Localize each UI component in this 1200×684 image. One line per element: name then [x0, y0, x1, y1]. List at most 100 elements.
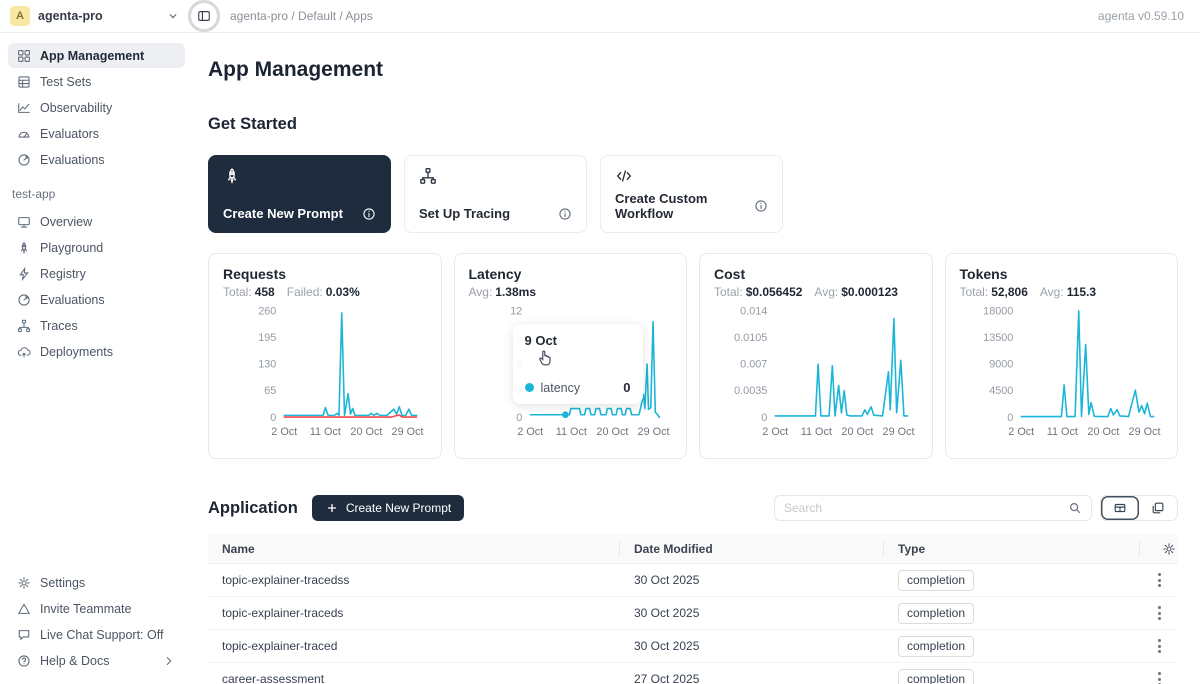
- sidebar-item-label: Overview: [40, 215, 92, 229]
- sidebar-item-help-docs[interactable]: Help & Docs: [8, 648, 185, 673]
- card-view-icon: [1151, 501, 1165, 515]
- sidebar-collapse-button[interactable]: [195, 7, 213, 25]
- cell-date-modified: 30 Oct 2025: [620, 639, 884, 653]
- chart-title: Requests: [223, 266, 427, 282]
- stat-avg: Avg:115.3: [1040, 285, 1096, 299]
- type-badge: completion: [898, 603, 974, 624]
- sidebar-item-evaluations[interactable]: Evaluations: [8, 147, 185, 172]
- svg-text:20 Oct: 20 Oct: [350, 426, 382, 438]
- chevronRight-icon: [162, 654, 176, 668]
- sidebar-item-overview[interactable]: Overview: [8, 209, 185, 234]
- table-row-career-assessment[interactable]: career-assessment27 Oct 2025completion: [208, 663, 1178, 684]
- card-label: Set Up Tracing: [419, 206, 510, 221]
- code-icon: [615, 167, 633, 185]
- stat-total: Total:52,806: [960, 285, 1028, 299]
- applications-table: NameDate ModifiedType topic-explainer-tr…: [208, 535, 1178, 684]
- stat-total: Total:$0.056452: [714, 285, 802, 299]
- info-icon[interactable]: [558, 207, 572, 221]
- sidebar-item-label: Deployments: [40, 345, 113, 359]
- svg-text:2 Oct: 2 Oct: [1008, 426, 1034, 438]
- table-settings-button[interactable]: [1154, 538, 1184, 560]
- card-set-up-tracing[interactable]: Set Up Tracing: [404, 155, 587, 233]
- card-icon-area: [419, 167, 572, 185]
- card-create-new-prompt[interactable]: Create New Prompt: [208, 155, 391, 233]
- card-icon-area: [615, 167, 768, 185]
- sidebar-item-label: Evaluators: [40, 127, 99, 141]
- search-box[interactable]: [774, 495, 1092, 521]
- sidebar-item-live-chat-support-off[interactable]: Live Chat Support: Off: [8, 622, 185, 647]
- chart-stats: Total:$0.056452Avg:$0.000123: [714, 285, 918, 299]
- chart-icon: [17, 101, 31, 115]
- search-icon: [1068, 501, 1082, 515]
- cell-date-modified: 27 Oct 2025: [620, 672, 884, 684]
- column-header-name: Name: [208, 535, 620, 563]
- sidebar-item-app-management[interactable]: App Management: [8, 43, 185, 68]
- search-input[interactable]: [784, 501, 1062, 515]
- sidebar-item-evaluations[interactable]: Evaluations: [8, 287, 185, 312]
- gauge-icon: [17, 127, 31, 141]
- sidebar-item-settings[interactable]: Settings: [8, 570, 185, 595]
- sidebar-item-observability[interactable]: Observability: [8, 95, 185, 120]
- type-badge: completion: [898, 570, 974, 591]
- requests-chart[interactable]: 0651301952602 Oct11 Oct20 Oct29 Oct: [223, 301, 427, 449]
- sidebar-item-deployments[interactable]: Deployments: [8, 339, 185, 364]
- sidebar-item-label: Registry: [40, 267, 86, 281]
- row-menu-button[interactable]: [1150, 602, 1169, 624]
- cost-chart[interactable]: 00.00350.0070.01050.0142 Oct11 Oct20 Oct…: [714, 301, 918, 449]
- sidebar-item-label: Invite Teammate: [40, 602, 131, 616]
- version-label: agenta v0.59.10: [1098, 9, 1184, 23]
- table-row-topic-explainer-traced[interactable]: topic-explainer-traced30 Oct 2025complet…: [208, 630, 1178, 663]
- sidebar-item-test-sets[interactable]: Test Sets: [8, 69, 185, 94]
- sidebar-item-evaluators[interactable]: Evaluators: [8, 121, 185, 146]
- topbar: A agenta-pro agenta-pro / Default / Apps…: [0, 0, 1200, 33]
- row-menu-button[interactable]: [1150, 668, 1169, 684]
- question-icon: [17, 654, 31, 668]
- svg-text:12: 12: [510, 305, 522, 317]
- tree-icon: [419, 167, 437, 185]
- table-row-topic-explainer-traceds[interactable]: topic-explainer-traceds30 Oct 2025comple…: [208, 597, 1178, 630]
- sidebar-item-label: Evaluations: [40, 293, 105, 307]
- tokens-chart[interactable]: 04500900013500180002 Oct11 Oct20 Oct29 O…: [960, 301, 1164, 449]
- get-started-cards: Create New Prompt Set Up Tracing Create …: [208, 155, 1178, 233]
- series-dot: [525, 383, 534, 392]
- svg-text:9000: 9000: [989, 359, 1013, 371]
- table-view-button[interactable]: [1101, 496, 1139, 520]
- card-view-button[interactable]: [1139, 496, 1177, 520]
- cell-name: topic-explainer-tracedss: [208, 573, 620, 587]
- card-create-custom-workflow[interactable]: Create Custom Workflow: [600, 155, 783, 233]
- svg-text:29 Oct: 29 Oct: [637, 426, 669, 438]
- pointer-cursor-icon: [537, 348, 557, 368]
- sidebar-item-label: Evaluations: [40, 153, 105, 167]
- svg-text:0: 0: [1007, 412, 1013, 424]
- gear-icon: [17, 576, 31, 590]
- tooltip-date: 9 Oct: [525, 333, 631, 348]
- sidebar-app-nav: Overview Playground Registry Evaluations Tra…: [8, 209, 185, 365]
- main-content: App Management Get Started Create New Pr…: [193, 33, 1200, 684]
- page-title: App Management: [208, 58, 1178, 82]
- row-menu-button[interactable]: [1150, 569, 1169, 591]
- table-header: NameDate ModifiedType: [208, 535, 1178, 564]
- sidebar-item-invite-teammate[interactable]: Invite Teammate: [8, 596, 185, 621]
- info-icon: [558, 207, 572, 221]
- cell-name: topic-explainer-traced: [208, 639, 620, 653]
- type-badge: completion: [898, 669, 974, 684]
- row-menu-button[interactable]: [1150, 635, 1169, 657]
- sidebar-item-registry[interactable]: Registry: [8, 261, 185, 286]
- create-new-prompt-button[interactable]: Create New Prompt: [312, 495, 464, 521]
- cell-date-modified: 30 Oct 2025: [620, 606, 884, 620]
- svg-text:65: 65: [264, 385, 276, 397]
- rocket-icon: [17, 241, 31, 255]
- info-icon[interactable]: [754, 199, 768, 213]
- workspace-selector[interactable]: A agenta-pro: [0, 6, 180, 26]
- table-row-topic-explainer-tracedss[interactable]: topic-explainer-tracedss30 Oct 2025compl…: [208, 564, 1178, 597]
- svg-text:29 Oct: 29 Oct: [1128, 426, 1160, 438]
- sidebar-item-playground[interactable]: Playground: [8, 235, 185, 260]
- stat-avg: Avg:1.38ms: [469, 285, 537, 299]
- sidebar-item-traces[interactable]: Traces: [8, 313, 185, 338]
- chart-stats: Total:52,806 Avg:115.3: [960, 285, 1164, 299]
- metric-card-tokens: TokensTotal:52,806Avg:115.30450090001350…: [945, 253, 1179, 459]
- svg-text:0.014: 0.014: [740, 305, 767, 317]
- sidebar-item-label: Observability: [40, 101, 112, 115]
- series-requests-line: [284, 313, 416, 415]
- info-icon[interactable]: [362, 207, 376, 221]
